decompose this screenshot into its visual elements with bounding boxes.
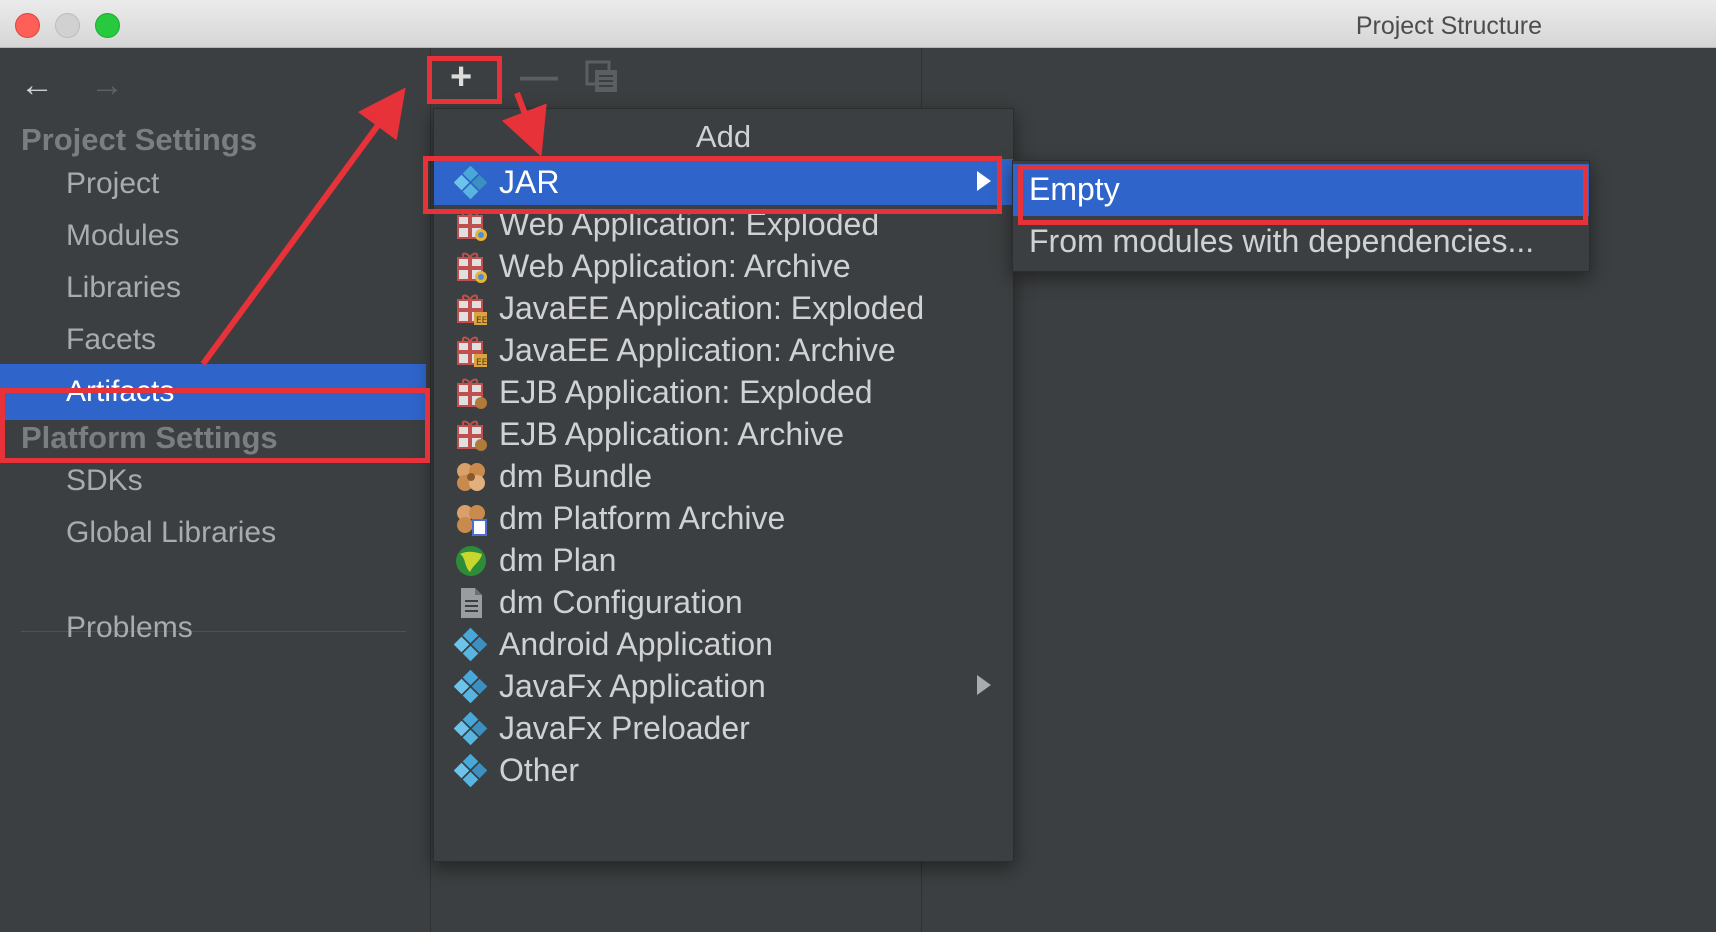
sidebar-item-facets[interactable]: Facets bbox=[0, 312, 426, 368]
sidebar-item-modules[interactable]: Modules bbox=[0, 208, 426, 264]
forward-arrow-icon[interactable]: → bbox=[90, 68, 124, 102]
menu-item-javaee-application-archive[interactable]: EE JavaEE Application: Archive bbox=[434, 327, 1013, 373]
menu-item-dm-platform-archive[interactable]: dm Platform Archive bbox=[434, 495, 1013, 541]
add-artifact-popup: Add JAR Web Application: Exploded Web Appl… bbox=[433, 108, 1014, 862]
svg-text:EE: EE bbox=[476, 316, 488, 326]
menu-item-label: Other bbox=[499, 752, 580, 788]
menu-item-web-application-exploded[interactable]: Web Application: Exploded bbox=[434, 201, 1013, 247]
menu-item-other[interactable]: Other bbox=[434, 747, 1013, 793]
section-project-settings: Project Settings bbox=[21, 122, 257, 157]
menu-item-ejb-application-exploded[interactable]: EJB Application: Exploded bbox=[434, 369, 1013, 415]
menu-item-label: JavaEE Application: Exploded bbox=[499, 290, 925, 326]
dm-bundle-icon bbox=[454, 460, 488, 494]
menu-item-label: dm Bundle bbox=[499, 458, 652, 494]
diamond-icon bbox=[453, 669, 488, 704]
menu-item-javafx-application[interactable]: JavaFx Application bbox=[434, 663, 1013, 709]
menu-item-label: JAR bbox=[499, 164, 560, 200]
minus-icon[interactable]: — bbox=[520, 58, 558, 96]
sidebar-item-project[interactable]: Project bbox=[0, 156, 426, 212]
zoom-window-button[interactable] bbox=[95, 13, 120, 38]
ejb-icon bbox=[454, 418, 488, 452]
menu-item-label: JavaFx Application bbox=[499, 668, 766, 704]
diamond-icon bbox=[453, 753, 488, 788]
jar-diamond-icon bbox=[453, 165, 488, 200]
menu-item-javafx-preloader[interactable]: JavaFx Preloader bbox=[434, 705, 1013, 751]
menu-item-label: EJB Application: Archive bbox=[499, 416, 845, 452]
submenu-arrow-icon bbox=[977, 675, 991, 695]
diamond-icon bbox=[453, 711, 488, 746]
javaee-icon: EE bbox=[454, 334, 488, 368]
diamond-icon bbox=[453, 627, 488, 662]
web-app-icon bbox=[454, 208, 488, 242]
submenu-item-label: From modules with dependencies... bbox=[1029, 223, 1535, 259]
popup-title: Add bbox=[695, 119, 752, 154]
section-platform-settings: Platform Settings bbox=[21, 420, 278, 455]
menu-item-label: Android Application bbox=[499, 626, 773, 662]
submenu-arrow-icon bbox=[977, 171, 991, 191]
menu-item-label: dm Configuration bbox=[499, 584, 743, 620]
menu-item-label: Web Application: Exploded bbox=[499, 206, 880, 242]
menu-item-jar[interactable]: JAR bbox=[434, 159, 1013, 205]
sidebar-item-global-libraries[interactable]: Global Libraries bbox=[0, 505, 426, 561]
menu-item-label: Web Application: Archive bbox=[499, 248, 851, 284]
menu-item-label: JavaEE Application: Archive bbox=[499, 332, 896, 368]
close-window-button[interactable] bbox=[15, 13, 40, 38]
plus-icon[interactable]: + bbox=[450, 58, 472, 96]
menu-item-javaee-application-exploded[interactable]: EE JavaEE Application: Exploded bbox=[434, 285, 1013, 331]
sidebar-item-sdks[interactable]: SDKs bbox=[0, 453, 426, 509]
submenu-item-label: Empty bbox=[1029, 171, 1120, 207]
document-icon bbox=[454, 586, 488, 620]
javaee-icon: EE bbox=[454, 292, 488, 326]
svg-text:EE: EE bbox=[476, 358, 488, 368]
submenu-item-empty[interactable]: Empty bbox=[1013, 164, 1589, 216]
menu-item-android-application[interactable]: Android Application bbox=[434, 621, 1013, 667]
menu-item-label: dm Plan bbox=[499, 542, 617, 578]
minimize-window-button[interactable] bbox=[55, 13, 80, 38]
menu-item-label: JavaFx Preloader bbox=[499, 710, 750, 746]
menu-item-dm-bundle[interactable]: dm Bundle bbox=[434, 453, 1013, 499]
menu-item-ejb-application-archive[interactable]: EJB Application: Archive bbox=[434, 411, 1013, 457]
sidebar: ← → Project Settings Project Modules Lib… bbox=[0, 48, 430, 932]
globe-icon bbox=[454, 544, 488, 578]
menu-item-web-application-archive[interactable]: Web Application: Archive bbox=[434, 243, 1013, 289]
menu-item-label: dm Platform Archive bbox=[499, 500, 786, 536]
menu-item-dm-configuration[interactable]: dm Configuration bbox=[434, 579, 1013, 625]
jar-submenu: Empty From modules with dependencies... bbox=[1012, 160, 1590, 272]
menu-item-dm-plan[interactable]: dm Plan bbox=[434, 537, 1013, 583]
web-app-icon bbox=[454, 250, 488, 284]
ejb-icon bbox=[454, 376, 488, 410]
dm-platform-icon bbox=[454, 502, 488, 536]
sidebar-item-problems[interactable]: Problems bbox=[0, 600, 426, 656]
submenu-item-from-modules[interactable]: From modules with dependencies... bbox=[1013, 216, 1589, 268]
menu-item-label: EJB Application: Exploded bbox=[499, 374, 873, 410]
window-title: Project Structure bbox=[1355, 12, 1542, 40]
sidebar-item-artifacts[interactable]: Artifacts bbox=[0, 364, 426, 420]
sidebar-item-libraries[interactable]: Libraries bbox=[0, 260, 426, 316]
back-arrow-icon[interactable]: ← bbox=[20, 68, 54, 102]
title-bar: Project Structure bbox=[0, 0, 1716, 48]
copy-icon[interactable] bbox=[585, 60, 619, 94]
